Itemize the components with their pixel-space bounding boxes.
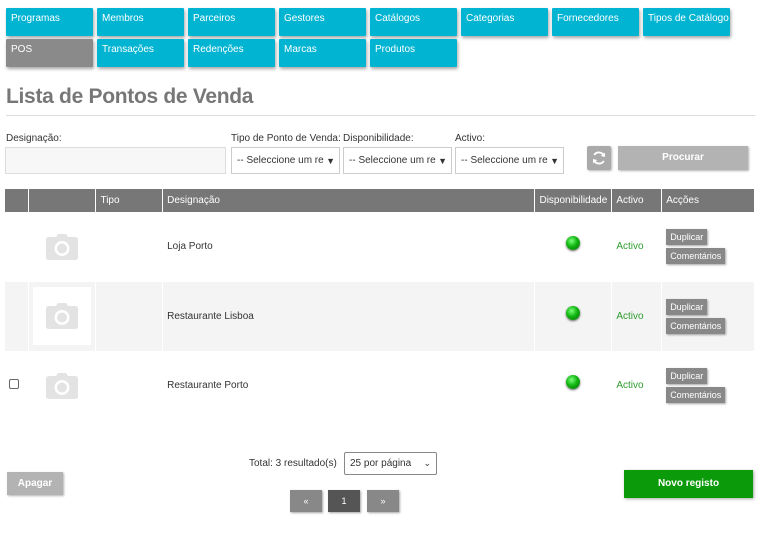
table-row: Restaurante Porto Activo Duplicar Coment… bbox=[5, 351, 755, 421]
tipo-label: Tipo de Ponto de Venda: bbox=[231, 133, 341, 144]
row-select-cell bbox=[5, 351, 30, 421]
duplicate-button[interactable]: Duplicar bbox=[666, 229, 708, 246]
row-tipo bbox=[95, 212, 164, 282]
chevron-down-icon: ▼ bbox=[326, 156, 335, 166]
camera-icon bbox=[33, 287, 92, 346]
header-activo[interactable]: Activo bbox=[611, 189, 663, 212]
row-activo: Activo bbox=[611, 212, 663, 282]
pagination-next[interactable]: » bbox=[367, 490, 399, 512]
nav-transacoes[interactable]: Transações bbox=[97, 39, 184, 67]
designacao-label: Designação: bbox=[6, 133, 62, 144]
nav-tipos-catalogo[interactable]: Tipos de Catálogo bbox=[643, 8, 730, 36]
row-activo: Activo bbox=[611, 351, 663, 421]
pagination-page-1[interactable]: 1 bbox=[328, 490, 360, 512]
refresh-button[interactable] bbox=[587, 146, 611, 170]
nav-membros[interactable]: Membros bbox=[97, 8, 184, 36]
row-checkbox[interactable] bbox=[9, 379, 19, 390]
row-tipo bbox=[95, 351, 164, 421]
camera-icon bbox=[33, 357, 91, 415]
nav-row-1: Programas Membros Parceiros Gestores Cat… bbox=[6, 8, 758, 36]
page-title: Lista de Pontos de Venda bbox=[6, 85, 254, 108]
duplicate-button[interactable]: Duplicar bbox=[666, 368, 708, 385]
nav-redencoes[interactable]: Redenções bbox=[188, 39, 275, 67]
chevron-down-icon: ▼ bbox=[550, 156, 559, 166]
header-image bbox=[28, 189, 97, 212]
row-disponibilidade bbox=[534, 212, 613, 282]
tipo-select-value: -- Seleccione um re bbox=[237, 155, 324, 166]
table-row: Restaurante Lisboa Activo Duplicar Comen… bbox=[5, 281, 755, 351]
row-image-cell bbox=[28, 281, 97, 351]
pos-table: Tipo Designação Disponibilidade Activo A… bbox=[5, 189, 755, 421]
nav-catalogos[interactable]: Catálogos bbox=[370, 8, 457, 36]
row-tipo bbox=[95, 281, 164, 351]
row-designacao: Restaurante Porto bbox=[162, 351, 536, 421]
table-header-row: Tipo Designação Disponibilidade Activo A… bbox=[5, 189, 755, 212]
delete-button[interactable]: Apagar bbox=[7, 472, 63, 495]
nav-parceiros[interactable]: Parceiros bbox=[188, 8, 275, 36]
row-image-cell bbox=[28, 351, 97, 421]
table-row: Loja Porto Activo Duplicar Comentários bbox=[5, 212, 755, 282]
nav-fornecedores[interactable]: Fornecedores bbox=[552, 8, 639, 36]
nav-produtos[interactable]: Produtos bbox=[370, 39, 457, 67]
disponibilidade-select-value: -- Seleccione um re bbox=[349, 155, 436, 166]
row-designacao: Restaurante Lisboa bbox=[162, 281, 536, 351]
header-designacao[interactable]: Designação bbox=[162, 189, 536, 212]
row-image-cell bbox=[28, 212, 97, 282]
header-tipo[interactable]: Tipo bbox=[95, 189, 164, 212]
header-disponibilidade[interactable]: Disponibilidade bbox=[534, 189, 613, 212]
pagination-prev[interactable]: « bbox=[290, 490, 322, 512]
comments-button[interactable]: Comentários bbox=[666, 387, 726, 404]
duplicate-button[interactable]: Duplicar bbox=[666, 298, 708, 315]
availability-indicator-icon bbox=[566, 236, 581, 251]
nav-gestores[interactable]: Gestores bbox=[279, 8, 366, 36]
row-actions: Duplicar Comentários bbox=[661, 212, 755, 282]
nav-programas[interactable]: Programas bbox=[6, 8, 93, 36]
nav-marcas[interactable]: Marcas bbox=[279, 39, 366, 67]
comments-button[interactable]: Comentários bbox=[666, 248, 726, 265]
camera-icon bbox=[33, 218, 91, 276]
activo-select-value: -- Seleccione um re bbox=[461, 155, 548, 166]
nav-categorias[interactable]: Categorias bbox=[461, 8, 548, 36]
per-page-select[interactable]: 25 por página ⌄ bbox=[344, 452, 437, 475]
row-disponibilidade bbox=[534, 281, 613, 351]
disponibilidade-select[interactable]: -- Seleccione um re ▼ bbox=[343, 147, 452, 174]
chevron-down-icon: ⌄ bbox=[423, 458, 431, 468]
header-select bbox=[5, 189, 30, 212]
total-results: Total: 3 resultado(s) bbox=[249, 458, 337, 469]
designacao-input[interactable] bbox=[5, 147, 226, 174]
nav-row-2: POS Transações Redenções Marcas Produtos bbox=[6, 39, 758, 67]
row-select-cell bbox=[5, 212, 30, 282]
activo-select[interactable]: -- Seleccione um re ▼ bbox=[455, 147, 564, 174]
row-actions: Duplicar Comentários bbox=[661, 281, 755, 351]
nav-pos[interactable]: POS bbox=[6, 39, 93, 67]
availability-indicator-icon bbox=[566, 375, 581, 390]
title-divider bbox=[6, 115, 755, 116]
row-disponibilidade bbox=[534, 351, 613, 421]
refresh-icon bbox=[593, 151, 605, 165]
activo-label: Activo: bbox=[455, 133, 486, 144]
chevron-down-icon: ▼ bbox=[438, 156, 447, 166]
availability-indicator-icon bbox=[566, 305, 581, 320]
header-accoes: Acções bbox=[661, 189, 755, 212]
disponibilidade-label: Disponibilidade: bbox=[343, 133, 414, 144]
tipo-select[interactable]: -- Seleccione um re ▼ bbox=[231, 147, 340, 174]
row-activo: Activo bbox=[611, 281, 663, 351]
row-designacao: Loja Porto bbox=[162, 212, 536, 282]
per-page-value: 25 por página bbox=[350, 458, 412, 469]
main-nav: Programas Membros Parceiros Gestores Cat… bbox=[6, 8, 758, 70]
search-button[interactable]: Procurar bbox=[618, 146, 748, 170]
comments-button[interactable]: Comentários bbox=[666, 317, 726, 334]
row-actions: Duplicar Comentários bbox=[661, 351, 755, 421]
new-record-button[interactable]: Novo registo bbox=[624, 470, 753, 498]
row-select-cell bbox=[5, 281, 30, 351]
